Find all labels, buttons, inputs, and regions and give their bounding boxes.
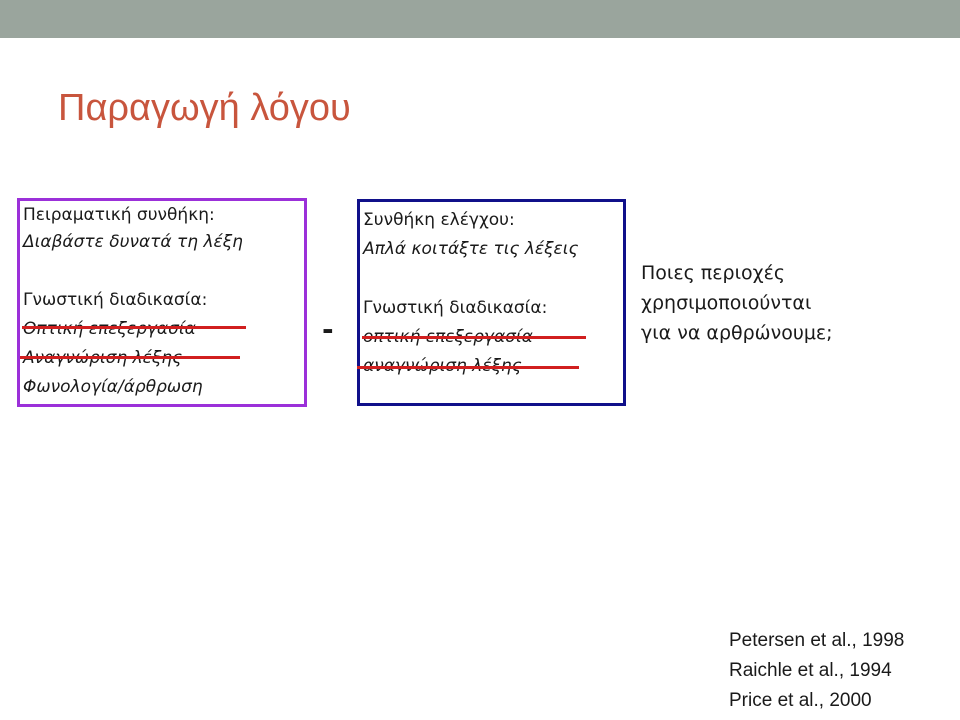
experimental-process-visual: Οπτική επεξεργασία [23,319,196,339]
control-heading: Συνθήκη ελέγχου: [363,210,515,230]
experimental-condition-box: Πειραματική συνθήκη: Διαβάστε δυνατά τη … [17,198,307,407]
strike-line-experimental-visual [22,326,246,329]
experimental-heading: Πειραματική συνθήκη: [23,205,215,225]
reference-item: Petersen et al., 1998 [729,630,905,651]
research-question-line: χρησιμοποιούνται [641,292,812,314]
research-question-line: Ποιες περιοχές [641,262,786,284]
experimental-process-heading: Γνωστική διαδικασία: [23,290,208,310]
research-question: Ποιες περιοχές χρησιμοποιούνται για να α… [641,258,833,348]
control-process-heading: Γνωστική διαδικασία: [363,298,548,318]
reference-item: Price et al., 2000 [729,690,872,711]
top-band [0,0,960,38]
research-question-line: για να αρθρώνουμε; [641,322,833,344]
experimental-instruction: Διαβάστε δυνατά τη λέξη [23,232,243,252]
control-condition-box: Συνθήκη ελέγχου: Απλά κοιτάξτε τις λέξει… [357,199,626,406]
strike-line-control-visual [362,336,586,339]
control-instruction: Απλά κοιτάξτε τις λέξεις [363,239,579,259]
slide-title: Παραγωγή λόγου [58,87,351,129]
strike-line-control-word-recognition [357,366,579,369]
minus-sign: - [322,313,334,346]
experimental-process-phonology: Φωνολογία/άρθρωση [23,377,203,397]
references: Petersen et al., 1998 Raichle et al., 19… [729,626,904,716]
reference-item: Raichle et al., 1994 [729,660,892,681]
strike-line-experimental-word-recognition [20,356,240,359]
